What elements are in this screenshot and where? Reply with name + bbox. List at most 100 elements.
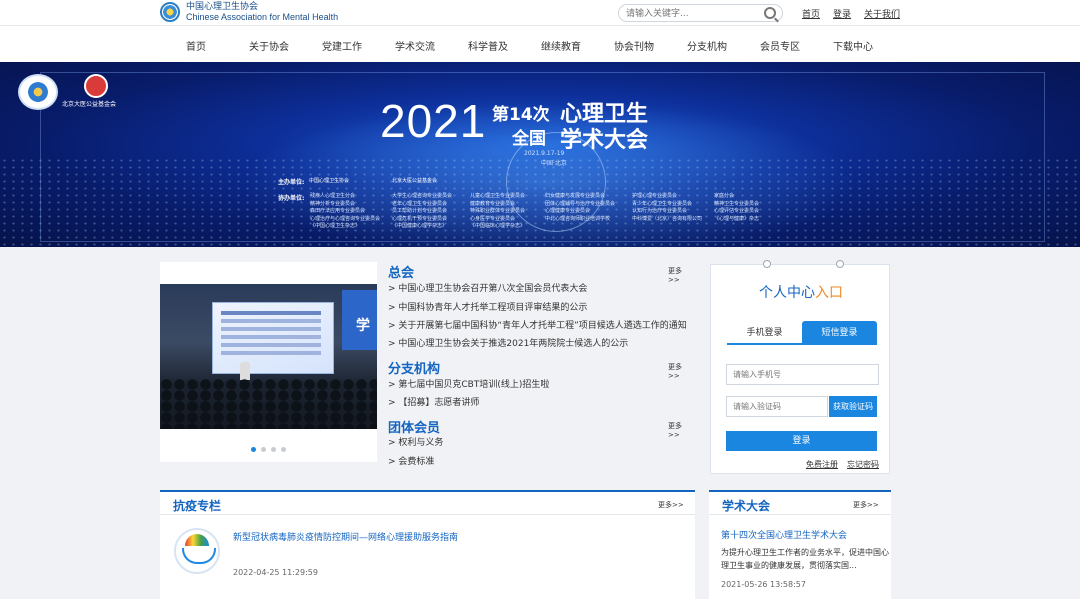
nav-item-branches[interactable]: 分支机构: [687, 38, 727, 53]
banner-co-organizer: 中科博爱（北京）咨询有限公司: [632, 215, 703, 222]
top-links: 首页 登录 关于我们: [802, 7, 913, 20]
news-item[interactable]: > 中国心理卫生协会关于推选2021年两院院士候选人的公示: [388, 336, 628, 349]
slider-dot-1[interactable]: [251, 447, 256, 452]
banner-co-column: 大学生心理咨询专业委员会 老年心理卫生专业委员会 员工帮助计划专业委员会 心理危机干预…: [392, 193, 452, 231]
section-title-general[interactable]: 总会: [388, 262, 414, 281]
logo-name-cn: 中国心理卫生协会: [186, 2, 259, 12]
banner-co-organizer: 健康教育专业委员会: [470, 200, 516, 207]
banner-co-organizer: 老年心理卫生专业委员会: [392, 200, 448, 207]
banner-co-organizer: 心理危机干预专业委员会: [392, 215, 448, 222]
academic-headline[interactable]: 第十四次全国心理卫生学术大会: [721, 528, 847, 541]
banner-year: 2021: [380, 95, 487, 147]
phone-input[interactable]: [726, 364, 879, 385]
login-button[interactable]: 登录: [726, 431, 877, 451]
search-icon[interactable]: [764, 7, 776, 19]
banner-co-organizer: 精神卫生专业委员会: [714, 200, 760, 207]
panel-title-anti-epidemic[interactable]: 抗疫专栏: [173, 497, 221, 514]
banner-co-organizer: 《中国临床心理学杂志》: [470, 223, 526, 229]
nav-item-journals[interactable]: 协会刊物: [614, 38, 654, 53]
news-slider[interactable]: 学: [160, 262, 377, 462]
banner-co-organizer: 中北心理咨询师职业培训学校: [545, 215, 611, 222]
slider-dot-2[interactable]: [261, 447, 266, 452]
slide-photo[interactable]: [160, 284, 377, 429]
top-bar: 中国心理卫生协会 Chinese Association for Mental …: [0, 0, 1080, 25]
banner-co-organizer: 心理治疗与心理咨询专业委员会: [310, 215, 381, 222]
section-title-branches[interactable]: 分支机构: [388, 358, 440, 377]
banner-co-organizer: 心理评估专业委员会: [714, 208, 760, 214]
panel-anti-epidemic: 抗疫专栏 更多>> 新型冠状病毒肺炎疫情防控期间—网络心理援助服务指南 2022…: [160, 490, 695, 599]
banner-co-organizer: 妇女健康与发展专业委员会: [545, 193, 606, 199]
slider-dot-4[interactable]: [281, 447, 286, 452]
banner-co-organizer: 团体心理辅导与治疗专业委员会: [545, 200, 616, 207]
slide-audience: [160, 379, 377, 429]
nav-item-home[interactable]: 首页: [186, 38, 206, 53]
more-link-group-members[interactable]: 更多>>: [668, 421, 693, 439]
banner-co-label: 协办单位:: [278, 195, 305, 202]
panel-title-academic[interactable]: 学术大会: [722, 497, 770, 514]
banner-location: 中国·北京: [541, 160, 567, 167]
site-logo[interactable]: 中国心理卫生协会 Chinese Association for Mental …: [160, 2, 338, 22]
nav-item-about[interactable]: 关于协会: [249, 38, 289, 53]
banner-co-organizer: 《中国健康心理学杂志》: [392, 223, 448, 229]
banner-session: 第14次: [492, 105, 550, 125]
top-link-about[interactable]: 关于我们: [864, 7, 900, 20]
banner-co-organizer: 残疾人心理卫生分会: [310, 193, 356, 199]
news-item[interactable]: > 关于开展第七届中国科协“青年人才托举工程”项目候选人遴选工作的通知: [388, 318, 687, 331]
banner-co-organizer: 青少年心理卫生专业委员会: [632, 200, 693, 207]
section-title-group-members[interactable]: 团体会员: [388, 417, 440, 436]
conference-banner[interactable]: 北京大医公益基金会 2021 第14次 全国 心理卫生 学术大会 2021.9.…: [0, 62, 1080, 247]
banner-co-column: 残疾人心理卫生分会 精神分析专业委员会 森田疗法应用专业委员会 心理治疗与心理咨询专业…: [310, 193, 380, 231]
banner-co-organizer: 心理健康专业委员会: [545, 208, 591, 214]
nav-item-science[interactable]: 科学普及: [468, 38, 508, 53]
banner-co-organizer: 员工帮助计划专业委员会: [392, 208, 448, 214]
news-item[interactable]: > 会费标准: [388, 454, 434, 467]
banner-title-2: 学术大会: [560, 128, 649, 153]
news-item[interactable]: > 【招募】志愿者讲师: [388, 395, 479, 408]
banner-co-organizer: 认知行为治疗专业委员会: [632, 208, 688, 214]
news-item[interactable]: > 权利与义务: [388, 435, 443, 448]
banner-co-column: 护理心理专业委员会 青少年心理卫生专业委员会 认知行为治疗专业委员会 中科博爱（北京）…: [632, 193, 702, 223]
pin-icon: [836, 260, 844, 268]
slider-dots: [160, 447, 377, 452]
panel-divider: [160, 514, 695, 515]
academic-description: 为提升心理卫生工作者的业务水平，促进中国心理卫生事业的健康发展，贯彻落实国...: [721, 548, 889, 570]
get-code-button[interactable]: 获取验证码: [829, 396, 877, 417]
banner-date: 2021.9.17-19: [524, 150, 565, 157]
nav-item-education[interactable]: 继续教育: [541, 38, 581, 53]
search-input[interactable]: [619, 6, 759, 22]
code-input[interactable]: [726, 396, 828, 417]
top-link-login[interactable]: 登录: [833, 7, 851, 20]
user-center-title: 个人中心入口: [711, 282, 891, 302]
more-link-branches[interactable]: 更多>>: [668, 362, 693, 380]
more-link-anti-epidemic[interactable]: 更多>>: [658, 500, 684, 510]
nav-item-downloads[interactable]: 下载中心: [833, 38, 873, 53]
tab-sms-login[interactable]: 短信登录: [802, 321, 877, 345]
register-link[interactable]: 免费注册: [806, 459, 838, 470]
news-item[interactable]: > 第七届中国贝克CBT培训(线上)招生啦: [388, 377, 549, 390]
banner-co-organizer: 森田疗法应用专业委员会: [310, 208, 366, 214]
slide-screen-text: 学: [356, 318, 370, 334]
slider-dot-3[interactable]: [271, 447, 276, 452]
association-logo-icon: [160, 2, 180, 22]
banner-host-label: 主办单位:: [278, 179, 305, 186]
more-link-general[interactable]: 更多>>: [668, 266, 693, 284]
login-tabs: 手机登录 短信登录: [727, 321, 877, 345]
tab-phone-login[interactable]: 手机登录: [727, 321, 802, 345]
banner-co-organizer: 大学生心理咨询专业委员会: [392, 193, 453, 199]
academic-date: 2021-05-26 13:58:57: [721, 580, 806, 589]
forgot-password-link[interactable]: 忘记密码: [847, 459, 879, 470]
banner-co-column: 妇女健康与发展专业委员会 团体心理辅导与治疗专业委员会 心理健康专业委员会 中北心理咨…: [545, 193, 615, 223]
logo-name-en: Chinese Association for Mental Health: [186, 12, 339, 22]
banner-host-1: 中国心理卫生协会: [309, 178, 350, 184]
nav-item-party[interactable]: 党建工作: [322, 38, 362, 53]
more-link-academic[interactable]: 更多>>: [853, 500, 879, 510]
news-item[interactable]: > 中国科协青年人才托举工程项目评审结果的公示: [388, 300, 587, 313]
nav-item-academic[interactable]: 学术交流: [395, 38, 435, 53]
top-link-home[interactable]: 首页: [802, 7, 820, 20]
pin-icon: [763, 260, 771, 268]
nav-item-members[interactable]: 会员专区: [760, 38, 800, 53]
anti-epidemic-headline[interactable]: 新型冠状病毒肺炎疫情防控期间—网络心理援助服务指南: [233, 530, 458, 543]
slide-speaker: [240, 362, 250, 380]
news-item[interactable]: > 中国心理卫生协会召开第八次全国会员代表大会: [388, 281, 587, 294]
banner-co-organizer: 心身医学专业委员会: [470, 215, 516, 222]
